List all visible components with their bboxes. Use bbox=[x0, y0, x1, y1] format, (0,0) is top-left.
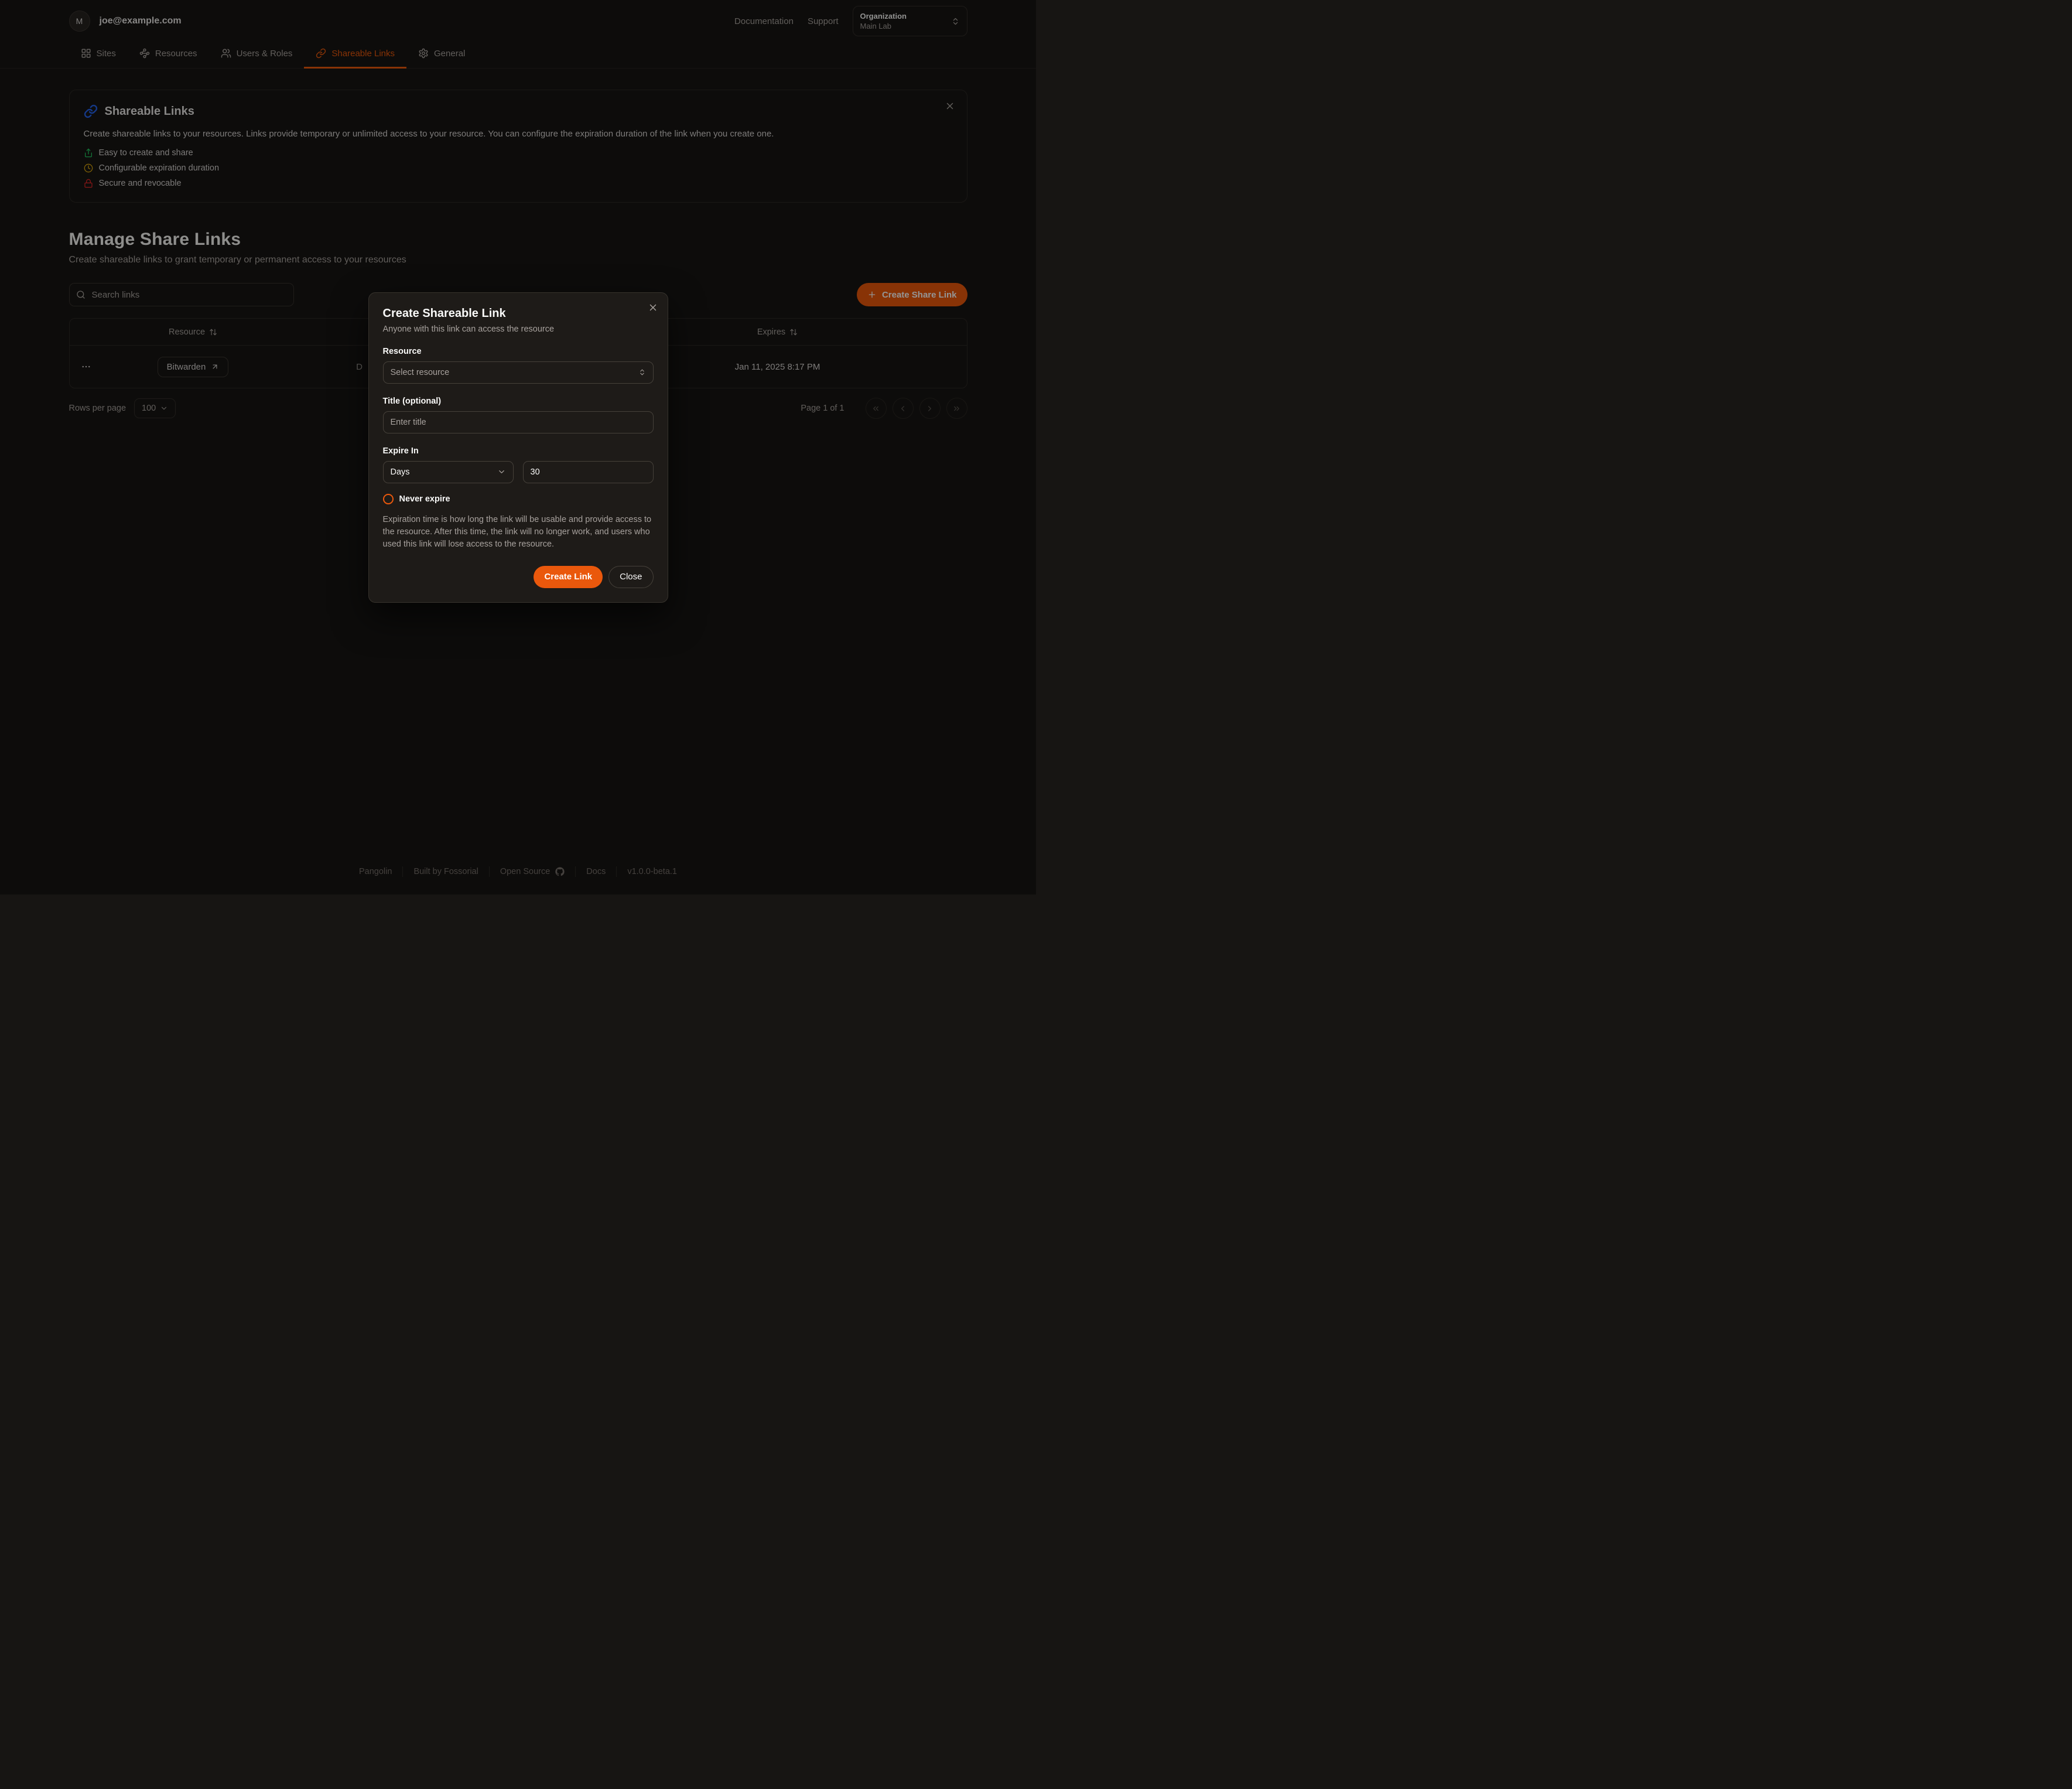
chevrons-up-down-icon bbox=[638, 368, 646, 376]
expire-unit-select[interactable]: Days bbox=[383, 460, 514, 483]
expire-in-label: Expire In bbox=[383, 446, 654, 455]
expiration-help-text: Expiration time is how long the link wil… bbox=[383, 513, 654, 550]
resource-select[interactable]: Select resource bbox=[383, 361, 654, 383]
modal-close-icon[interactable] bbox=[648, 302, 658, 312]
resource-label: Resource bbox=[383, 346, 654, 356]
modal-title: Create Shareable Link bbox=[383, 306, 654, 320]
title-input[interactable] bbox=[391, 417, 646, 426]
chevron-down-icon bbox=[497, 467, 506, 476]
never-expire-option[interactable]: Never expire bbox=[383, 493, 654, 504]
modal-close-button[interactable]: Close bbox=[608, 566, 653, 588]
modal-subtitle: Anyone with this link can access the res… bbox=[383, 324, 654, 333]
create-shareable-link-modal: Create Shareable Link Anyone with this l… bbox=[368, 292, 668, 602]
expire-value-input[interactable] bbox=[531, 467, 646, 476]
create-link-button[interactable]: Create Link bbox=[534, 566, 603, 588]
radio-icon[interactable] bbox=[383, 493, 394, 504]
title-label: Title (optional) bbox=[383, 396, 654, 405]
